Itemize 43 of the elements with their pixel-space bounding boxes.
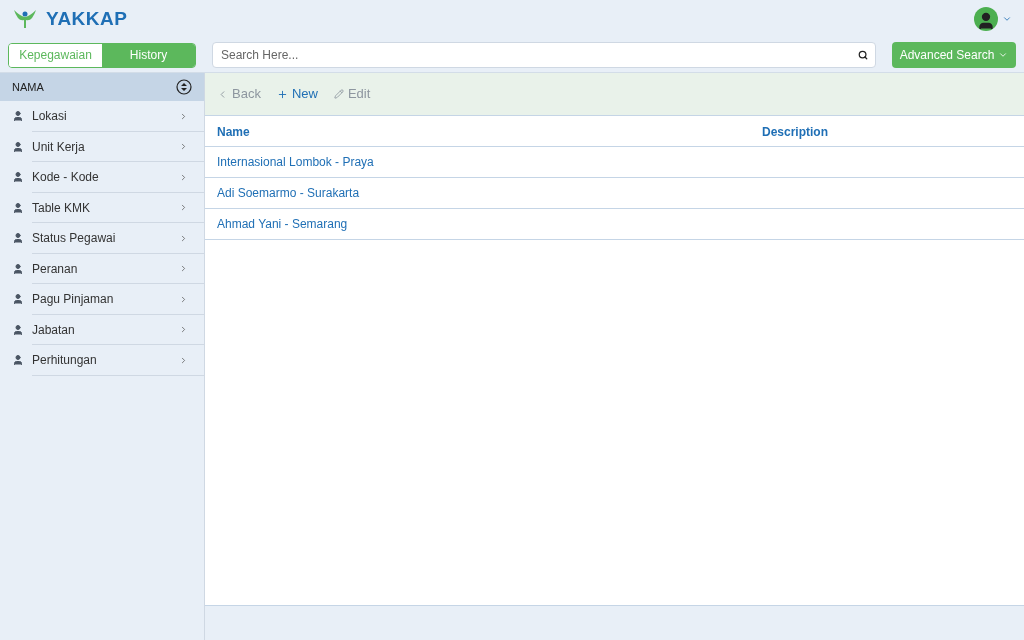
logo-icon [12,8,38,30]
sidebar-item[interactable]: Pagu Pinjaman [0,284,204,315]
sidebar-header-label: NAMA [12,79,44,95]
sidebar-item[interactable]: Kode - Kode [0,162,204,193]
chevron-icon [179,264,188,274]
sidebar-item[interactable]: Status Pegawai [0,223,204,254]
new-button[interactable]: New [276,84,318,104]
person-icon [12,323,24,336]
sidebar-item[interactable]: Perhitungan [0,345,204,376]
pencil-icon [333,89,344,99]
search-field[interactable]: Search Here... [212,42,876,68]
chevron-icon [179,172,188,182]
chevron-icon [179,203,188,213]
sidebar-item[interactable]: Jabatan [0,314,204,345]
sidebar-item[interactable]: Lokasi [0,101,204,132]
person-icon [12,354,24,367]
chevron-icon [179,233,188,243]
person-icon [12,201,24,214]
caret-icon [998,50,1009,60]
logo-text: YAKKAP [46,6,128,31]
person-icon [12,171,24,184]
chevron-icon [179,355,188,365]
chevron-icon [179,142,188,152]
avatar-icon[interactable] [974,7,998,31]
table-cell[interactable]: Adi Soemarmo - Surakarta [217,184,360,202]
person-icon [12,293,24,306]
plus-icon [276,88,288,100]
column-header[interactable]: Description [762,125,828,139]
person-icon [12,140,24,153]
chevron-icon [179,325,188,335]
column-header[interactable]: Name [217,125,250,139]
sidebar-item[interactable]: Unit Kerja [0,131,204,162]
search-icon[interactable] [858,50,868,60]
sidebar-item[interactable]: Table KMK [0,192,204,223]
person-icon [12,232,24,245]
chevron-icon [179,111,188,121]
chevron-icon [179,294,188,304]
table-cell[interactable]: Ahmad Yani - Semarang [217,215,348,233]
person-icon [12,110,24,123]
table-cell[interactable]: Internasional Lombok - Praya [217,153,374,171]
person-icon [12,262,24,275]
sidebar-item[interactable]: Peranan [0,253,204,284]
sort-icon[interactable] [176,79,192,95]
